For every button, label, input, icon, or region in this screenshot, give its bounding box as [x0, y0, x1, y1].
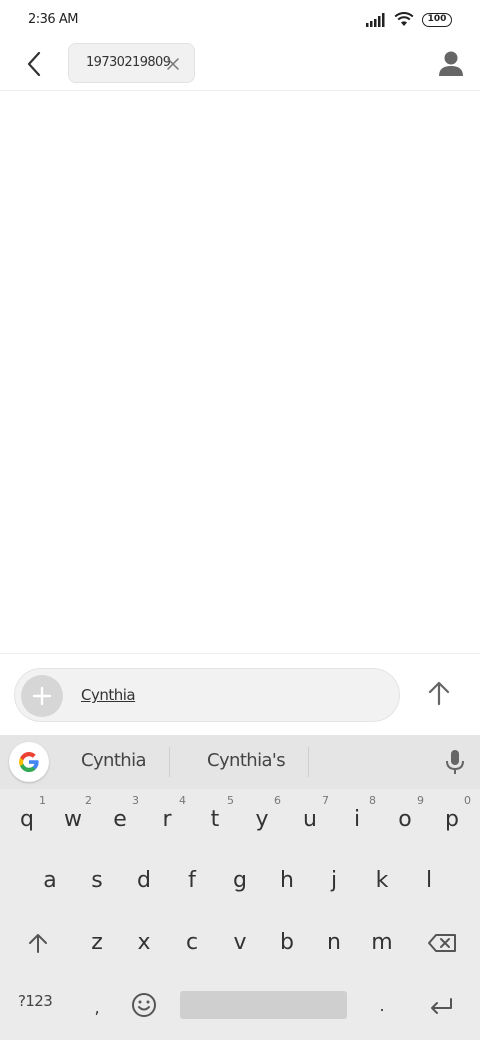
- key-u[interactable]: u7: [290, 792, 330, 846]
- add-attachment-button[interactable]: [21, 675, 63, 717]
- key-c[interactable]: c: [172, 915, 212, 969]
- comma-key[interactable]: ,: [77, 980, 117, 1034]
- key-m[interactable]: m: [362, 915, 402, 969]
- shift-key[interactable]: [22, 930, 54, 956]
- key-j[interactable]: j: [314, 853, 354, 907]
- back-arrow-icon: [27, 52, 41, 76]
- key-i[interactable]: i8: [337, 792, 377, 846]
- microphone-icon[interactable]: [444, 749, 466, 775]
- space-key[interactable]: [180, 991, 347, 1019]
- suggestion-divider: [169, 747, 170, 777]
- google-logo-icon[interactable]: [9, 742, 49, 782]
- symbols-key[interactable]: ?123: [18, 992, 53, 1010]
- message-text: Cynthia: [81, 686, 136, 704]
- key-k[interactable]: k: [362, 853, 402, 907]
- suggestion-1[interactable]: Cynthia: [81, 750, 147, 771]
- shift-arrow-icon: [29, 934, 47, 953]
- suggestion-bar: Cynthia Cynthia's: [0, 735, 480, 789]
- key-z[interactable]: z: [77, 915, 117, 969]
- key-t[interactable]: t5: [195, 792, 235, 846]
- status-bar: 2:36 AM 100: [0, 0, 480, 42]
- status-icons: 100: [366, 12, 452, 27]
- backspace-icon: [428, 934, 456, 952]
- contact-icon[interactable]: [438, 50, 464, 78]
- enter-key[interactable]: [426, 995, 456, 1017]
- key-s[interactable]: s: [77, 853, 117, 907]
- period-key[interactable]: .: [362, 978, 402, 1032]
- recipient-chip[interactable]: 19730219809: [68, 43, 195, 83]
- battery-icon: 100: [422, 12, 452, 27]
- compose-bar: Cynthia: [0, 653, 480, 735]
- plus-icon: [32, 686, 52, 706]
- key-l[interactable]: l: [409, 853, 449, 907]
- key-g[interactable]: g: [220, 853, 260, 907]
- enter-arrow-icon: [431, 998, 452, 1014]
- suggestion-2[interactable]: Cynthia's: [207, 750, 286, 771]
- message-list[interactable]: [0, 91, 480, 653]
- wifi-icon: [394, 12, 414, 26]
- header: 19730219809: [0, 42, 480, 91]
- status-time: 2:36 AM: [28, 12, 78, 27]
- key-d[interactable]: d: [124, 853, 164, 907]
- key-r[interactable]: r4: [147, 792, 187, 846]
- key-w[interactable]: w2: [53, 792, 93, 846]
- key-f[interactable]: f: [172, 853, 212, 907]
- backspace-key[interactable]: [426, 932, 458, 954]
- suggestion-divider: [308, 747, 309, 777]
- key-p[interactable]: p0: [432, 792, 472, 846]
- key-n[interactable]: n: [314, 915, 354, 969]
- key-y[interactable]: y6: [242, 792, 282, 846]
- key-h[interactable]: h: [267, 853, 307, 907]
- key-v[interactable]: v: [220, 915, 260, 969]
- emoji-icon: [132, 993, 156, 1017]
- back-button[interactable]: [20, 50, 48, 78]
- key-b[interactable]: b: [267, 915, 307, 969]
- emoji-key[interactable]: [130, 991, 158, 1019]
- recipient-number: 19730219809: [86, 55, 171, 70]
- signal-icon: [366, 12, 385, 27]
- key-a[interactable]: a: [30, 853, 70, 907]
- key-o[interactable]: o9: [385, 792, 425, 846]
- key-q[interactable]: q1: [7, 792, 47, 846]
- key-e[interactable]: e3: [100, 792, 140, 846]
- send-arrow-icon[interactable]: [424, 678, 454, 708]
- remove-recipient-icon[interactable]: [165, 56, 181, 72]
- key-x[interactable]: x: [124, 915, 164, 969]
- message-input[interactable]: Cynthia: [14, 668, 400, 722]
- keyboard: Cynthia Cynthia's q1 w2 e3 r4 t5 y6 u7 i…: [0, 735, 480, 1040]
